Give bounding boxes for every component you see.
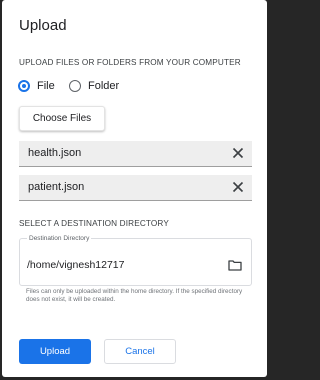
upload-dialog: Upload UPLOAD FILES OR FOLDERS FROM YOUR… [2, 0, 267, 377]
radio-label-file: File [37, 80, 55, 92]
source-section-heading: UPLOAD FILES OR FOLDERS FROM YOUR COMPUT… [19, 58, 241, 67]
destination-field-label: Destination Directory [27, 235, 92, 242]
cancel-button[interactable]: Cancel [104, 339, 176, 364]
close-icon[interactable] [232, 181, 244, 193]
destination-section-heading: SELECT A DESTINATION DIRECTORY [19, 219, 169, 228]
choose-files-button[interactable]: Choose Files [19, 106, 105, 131]
file-chip: health.json [19, 141, 252, 167]
radio-unchecked-icon[interactable] [69, 80, 81, 92]
radio-checked-icon[interactable] [18, 80, 30, 92]
file-name: patient.json [28, 181, 85, 193]
destination-hint-text: Files can only be uploaded within the ho… [26, 288, 243, 303]
destination-directory-field[interactable]: Destination Directory /home/vignesh12717 [19, 235, 252, 286]
close-icon[interactable] [232, 147, 244, 159]
dialog-title: Upload [19, 17, 67, 34]
destination-directory-input[interactable]: /home/vignesh12717 [27, 259, 125, 271]
radio-label-folder: Folder [88, 80, 120, 92]
upload-button[interactable]: Upload [19, 339, 91, 364]
file-chip: patient.json [19, 175, 252, 201]
folder-icon[interactable] [228, 259, 242, 271]
file-name: health.json [28, 147, 82, 159]
